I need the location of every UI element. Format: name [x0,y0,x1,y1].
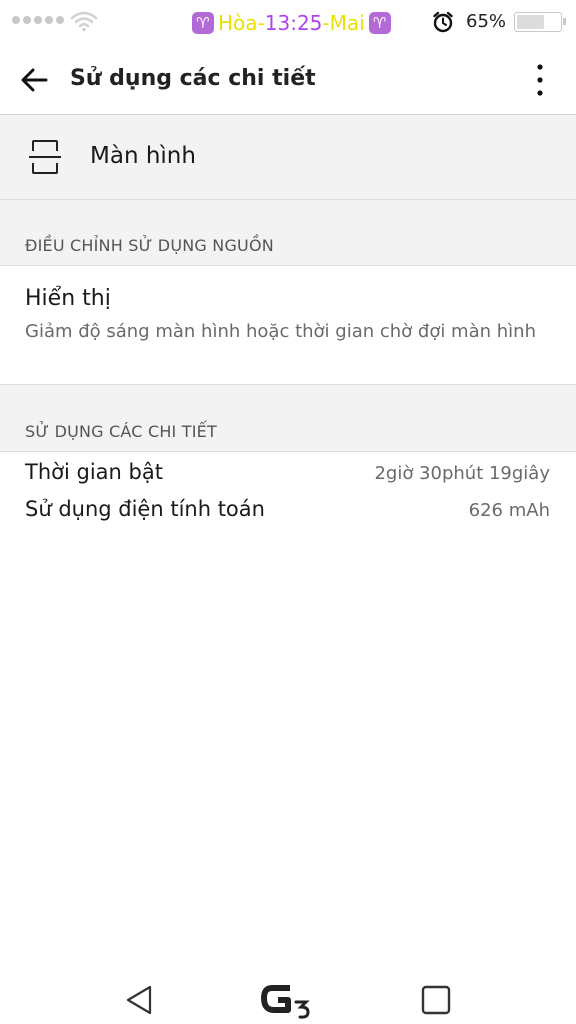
more-vertical-icon[interactable] [522,60,558,100]
detail-value: 2giờ 30phút 19giây [374,463,550,484]
app-item-label: Màn hình [90,143,196,169]
section-header-usage-details: SỬ DỤNG CÁC CHI TIẾT [0,385,576,452]
status-time: 13:25 [264,11,323,35]
section-header-power-adjust: ĐIỀU CHỈNH SỬ DỤNG NGUỒN [0,200,576,266]
wifi-icon [70,11,98,32]
status-prefix: Hòa- [218,11,265,35]
nav-back-triangle-icon[interactable] [124,984,154,1016]
page-title: Sử dụng các chi tiết [70,66,316,91]
display-adjust-title: Hiển thị [25,286,111,311]
screen-icon [29,140,61,174]
status-center-text: ♈ Hòa-13:25-Mai ♈ [192,8,391,38]
nav-recent-square-icon[interactable] [420,984,452,1016]
battery-icon [514,12,566,32]
status-custom-text: Hòa-13:25-Mai [218,11,365,35]
detail-value: 626 mAh [468,500,550,521]
detail-row-power-usage: Sử dụng điện tính toán 626 mAh [0,493,576,529]
aries-icon: ♈ [192,12,214,34]
status-bar: ♈ Hòa-13:25-Mai ♈ 65% [0,0,576,46]
section-header-label: SỬ DỤNG CÁC CHI TIẾT [25,422,217,441]
display-adjust-description: Giảm độ sáng màn hình hoặc thời gian chờ… [25,321,536,342]
display-adjust-item[interactable]: Hiển thị Giảm độ sáng màn hình hoặc thời… [0,266,576,385]
app-item-screen: Màn hình [0,115,576,200]
detail-row-on-time: Thời gian bật 2giờ 30phút 19giây [0,456,576,492]
section-header-label: ĐIỀU CHỈNH SỬ DỤNG NGUỒN [25,236,274,255]
g3-home-logo-icon[interactable] [258,980,318,1020]
app-bar: Sử dụng các chi tiết [0,46,576,115]
detail-label: Sử dụng điện tính toán [25,497,265,521]
signal-dots-icon [12,16,64,24]
alarm-clock-icon [433,11,453,33]
usage-details-screen: ♈ Hòa-13:25-Mai ♈ 65% Sử dụng các chi ti… [0,0,576,1024]
arrow-left-icon[interactable] [14,60,54,100]
detail-label: Thời gian bật [25,460,163,484]
battery-level-fill [517,15,545,29]
battery-percent: 65% [466,11,507,32]
aries-icon: ♈ [368,12,391,34]
navigation-bar [0,968,576,1024]
status-suffix: -Mai [322,11,365,35]
